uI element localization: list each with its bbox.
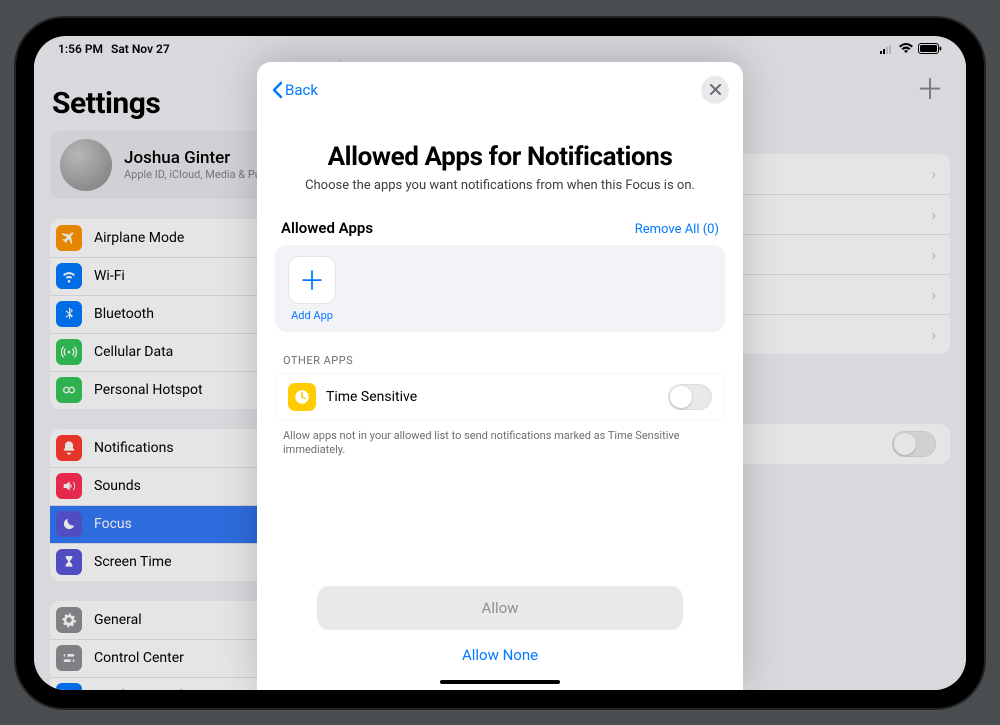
toggle-off[interactable] xyxy=(892,431,936,457)
close-button[interactable] xyxy=(701,76,729,104)
gear-icon xyxy=(56,607,82,633)
close-icon xyxy=(710,84,721,95)
hotspot-icon xyxy=(56,377,82,403)
time-sensitive-toggle[interactable] xyxy=(668,384,712,410)
ipad-frame: 1:56 PM Sat Nov 27 Settings Joshua Ginte… xyxy=(16,18,984,708)
speaker-icon xyxy=(56,473,82,499)
allow-none-button[interactable]: Allow None xyxy=(317,636,683,668)
chevron-left-icon xyxy=(271,81,283,99)
clock-icon xyxy=(288,383,316,411)
profile-subtitle: Apple ID, iCloud, Media & Pu xyxy=(124,168,261,181)
screen: 1:56 PM Sat Nov 27 Settings Joshua Ginte… xyxy=(34,36,966,690)
add-focus-button[interactable]: ＋ xyxy=(916,68,944,108)
status-right xyxy=(880,43,942,54)
allowed-apps-box: ＋ Add App xyxy=(275,245,725,332)
bell-icon xyxy=(56,435,82,461)
allow-button[interactable]: Allow xyxy=(317,586,683,630)
airplane-icon xyxy=(56,225,82,251)
home-indicator[interactable] xyxy=(440,680,560,684)
profile-name: Joshua Ginter xyxy=(124,148,261,168)
bluetooth-icon xyxy=(56,301,82,327)
chevron-right-icon: › xyxy=(931,245,936,264)
time-sensitive-label: Time Sensitive xyxy=(326,389,658,405)
other-apps-header: OTHER APPS xyxy=(257,332,743,373)
wifi-icon xyxy=(56,263,82,289)
add-app-label: Add App xyxy=(291,309,333,322)
plus-icon: ＋ xyxy=(289,257,335,303)
back-button[interactable]: Back xyxy=(271,81,318,99)
chevron-right-icon: › xyxy=(931,205,936,224)
wifi-icon xyxy=(898,43,914,54)
chevron-right-icon: › xyxy=(931,164,936,183)
moon-icon xyxy=(56,511,82,537)
status-time: 1:56 PM xyxy=(58,42,103,56)
cellular-icon xyxy=(880,44,894,54)
add-app-button[interactable]: ＋ Add App xyxy=(289,257,335,322)
status-bar: 1:56 PM Sat Nov 27 xyxy=(34,36,966,58)
allowed-apps-sheet: Back Allowed Apps for Notifications Choo… xyxy=(257,62,743,690)
remove-all-button[interactable]: Remove All (0) xyxy=(635,222,719,237)
chevron-right-icon: › xyxy=(931,285,936,304)
time-sensitive-footer: Allow apps not in your allowed list to s… xyxy=(257,421,743,459)
allowed-apps-header: Allowed Apps xyxy=(281,219,373,237)
battery-icon xyxy=(918,43,942,54)
switches-icon xyxy=(56,645,82,671)
sheet-title: Allowed Apps for Notifications xyxy=(277,142,723,172)
cellular-icon xyxy=(56,339,82,365)
chevron-right-icon: › xyxy=(931,325,936,344)
avatar xyxy=(60,139,112,191)
display-icon: AA xyxy=(56,683,82,690)
time-sensitive-row[interactable]: Time Sensitive xyxy=(275,373,725,421)
back-label: Back xyxy=(285,81,318,99)
hourglass-icon xyxy=(56,549,82,575)
status-date: Sat Nov 27 xyxy=(111,42,170,56)
sheet-subtitle: Choose the apps you want notifications f… xyxy=(277,178,723,193)
